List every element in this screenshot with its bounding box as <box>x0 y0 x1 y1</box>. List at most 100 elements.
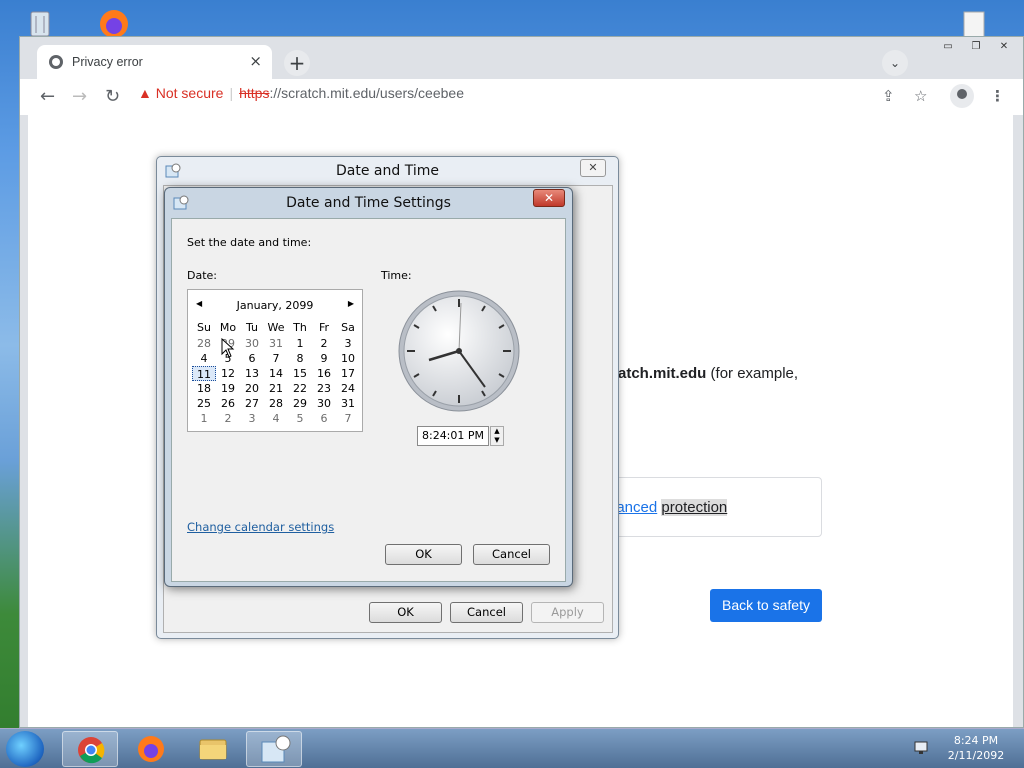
not-secure-label[interactable]: Not secure <box>156 85 224 101</box>
calendar-day[interactable]: 18 <box>192 381 216 396</box>
calendar-day[interactable]: 6 <box>240 351 264 366</box>
calendar-day[interactable]: 26 <box>216 396 240 411</box>
outer-dialog-close-button[interactable]: ✕ <box>580 159 606 177</box>
tab-close-icon[interactable]: × <box>249 52 262 70</box>
taskbar-date-time[interactable] <box>246 731 302 767</box>
spin-up-icon[interactable]: ▲ <box>491 427 503 436</box>
outer-ok-button[interactable]: OK <box>369 602 442 623</box>
back-button[interactable]: ← <box>40 86 55 107</box>
cancel-button[interactable]: Cancel <box>473 544 550 565</box>
tab-strip: Privacy error × + ⌄ ▭ ❐ ✕ <box>20 37 1023 79</box>
calendar-day[interactable]: 12 <box>216 366 240 381</box>
calendar-day[interactable]: 4 <box>192 351 216 366</box>
minimize-button[interactable]: ▭ <box>935 39 961 55</box>
network-icon[interactable] <box>913 739 931 757</box>
calendar-day[interactable]: 27 <box>240 396 264 411</box>
calendar-day[interactable]: 1 <box>192 411 216 426</box>
clock-time: 8:24 PM <box>953 734 999 747</box>
protection-highlight[interactable]: protection <box>661 499 728 516</box>
time-input[interactable]: 8:24:01 PM <box>417 426 489 446</box>
calendar-week: 28 29 30 31 1 2 3 <box>192 336 360 351</box>
menu-icon[interactable]: ⋮ <box>990 87 1005 105</box>
taskbar-chrome[interactable] <box>62 731 118 767</box>
start-button[interactable] <box>6 731 44 767</box>
calendar-week: 25 26 27 28 29 30 31 <box>192 396 360 411</box>
calendar-day[interactable]: 31 <box>264 336 288 351</box>
warning-icon: ▲ <box>138 85 152 101</box>
outer-dialog-title: Date and Time <box>336 163 439 179</box>
folder-icon <box>199 739 227 760</box>
reload-button[interactable]: ↻ <box>105 86 120 107</box>
tab-title: Privacy error <box>72 55 143 69</box>
next-month-icon[interactable]: ▶ <box>348 299 354 308</box>
calendar-day[interactable]: 17 <box>336 366 360 381</box>
url-text: ://scratch.mit.edu/users/ceebee <box>269 85 464 101</box>
calendar-day[interactable]: 24 <box>336 381 360 396</box>
calendar-clock-icon <box>261 735 291 763</box>
calendar-day[interactable]: 9 <box>312 351 336 366</box>
calendar-day[interactable]: 10 <box>336 351 360 366</box>
calendar-day[interactable]: 20 <box>240 381 264 396</box>
bookmark-star-icon[interactable]: ☆ <box>914 87 927 105</box>
outer-cancel-button[interactable]: Cancel <box>450 602 523 623</box>
calendar-day[interactable]: 14 <box>264 366 288 381</box>
calendar-day[interactable]: 30 <box>312 396 336 411</box>
weekday-label: Sa <box>341 321 355 334</box>
new-tab-button[interactable]: + <box>284 50 310 76</box>
url-scheme: https <box>239 85 270 101</box>
taskbar-explorer[interactable] <box>185 731 241 767</box>
calendar-day[interactable]: 29 <box>288 396 312 411</box>
forward-button[interactable]: → <box>72 86 87 107</box>
calendar-day[interactable]: 6 <box>312 411 336 426</box>
outer-apply-button[interactable]: Apply <box>531 602 604 623</box>
calendar-day[interactable]: 16 <box>312 366 336 381</box>
tab-privacy-error[interactable]: Privacy error × <box>37 45 272 79</box>
calendar-day[interactable]: 4 <box>264 411 288 426</box>
calendar-day[interactable]: 13 <box>240 366 264 381</box>
share-icon[interactable]: ⇪ <box>882 87 895 105</box>
calendar-day[interactable]: 1 <box>288 336 312 351</box>
calendar-day[interactable]: 22 <box>288 381 312 396</box>
calendar-day[interactable]: 5 <box>288 411 312 426</box>
dialog-close-button[interactable]: ✕ <box>533 189 565 207</box>
calendar-day[interactable]: 7 <box>336 411 360 426</box>
ok-button[interactable]: OK <box>385 544 462 565</box>
calendar-day[interactable]: 19 <box>216 381 240 396</box>
calendar-day[interactable]: 25 <box>192 396 216 411</box>
weekday-label: Tu <box>245 321 259 334</box>
profile-avatar-icon[interactable] <box>950 84 974 108</box>
address-bar[interactable]: ▲ Not secure | https://scratch.mit.edu/use… <box>138 85 464 101</box>
time-spinner[interactable]: ▲ ▼ <box>490 426 504 446</box>
calendar-day[interactable]: 3 <box>240 411 264 426</box>
calendar-week: 4 5 6 7 8 9 10 <box>192 351 360 366</box>
tab-search-button[interactable]: ⌄ <box>882 50 908 76</box>
calendar-day[interactable]: 15 <box>288 366 312 381</box>
calendar-day[interactable]: 21 <box>264 381 288 396</box>
calendar: ◀ January, 2099 ▶ Su Mo Tu We Th Fr Sa 2… <box>187 289 363 432</box>
dialog-body: Set the date and time: Date: Time: ◀ Jan… <box>171 218 566 582</box>
calendar-day[interactable]: 2 <box>216 411 240 426</box>
taskbar-firefox[interactable] <box>123 731 179 767</box>
calendar-day[interactable]: 2 <box>312 336 336 351</box>
weekday-label: Th <box>293 321 307 334</box>
calendar-day[interactable]: 3 <box>336 336 360 351</box>
calendar-day[interactable]: 7 <box>264 351 288 366</box>
window-close-button[interactable]: ✕ <box>991 39 1017 55</box>
calendar-day[interactable]: 28 <box>264 396 288 411</box>
calendar-day-selected[interactable]: 11 <box>192 366 216 381</box>
calendar-day[interactable]: 8 <box>288 351 312 366</box>
calendar-day[interactable]: 31 <box>336 396 360 411</box>
calendar-week: 1 2 3 4 5 6 7 <box>192 411 360 426</box>
back-to-safety-button[interactable]: Back to safety <box>710 589 822 622</box>
weekday-label: Mo <box>219 321 237 334</box>
calendar-month-year[interactable]: January, 2099 <box>188 299 362 312</box>
calendar-day[interactable]: 28 <box>192 336 216 351</box>
spin-down-icon[interactable]: ▼ <box>491 436 503 445</box>
restore-button[interactable]: ❐ <box>963 39 989 55</box>
calendar-day[interactable]: 30 <box>240 336 264 351</box>
calendar-day[interactable]: 23 <box>312 381 336 396</box>
change-calendar-settings-link[interactable]: Change calendar settings <box>187 520 334 534</box>
enhanced-protection-text: nanced protection <box>608 499 728 516</box>
weekday-header: Su Mo Tu We Th Fr Sa <box>192 320 360 335</box>
system-clock[interactable]: 8:24 PM 2/11/2092 <box>936 733 1016 763</box>
